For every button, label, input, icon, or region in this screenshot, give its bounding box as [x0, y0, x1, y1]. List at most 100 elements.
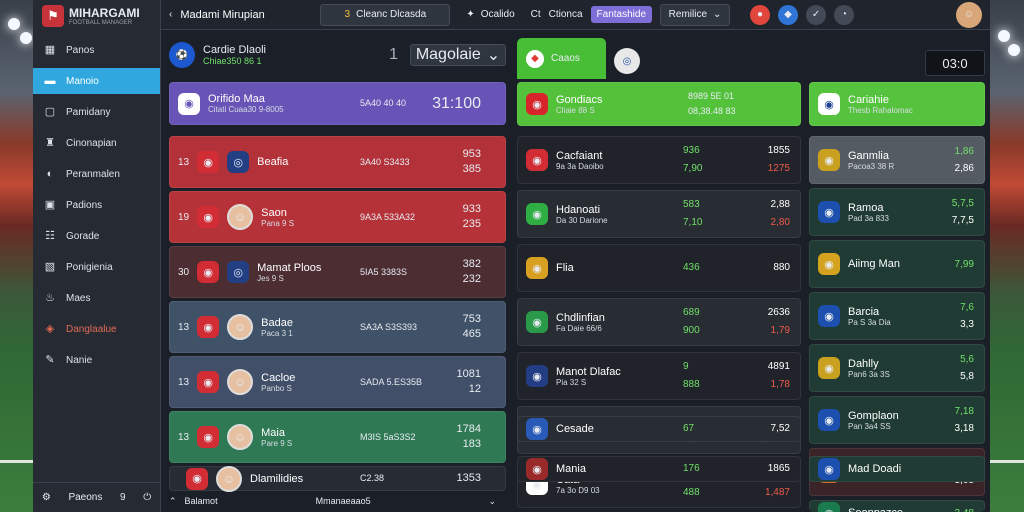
alert-icon[interactable]: ● — [750, 4, 771, 25]
table-row[interactable]: ◉ ☺ Dlamilidies C2.38 1353 — [169, 465, 506, 492]
table-row[interactable]: ◉ Ganmlia Pacoa3 38 R 1,86 2,86 — [809, 136, 985, 184]
back-arrow-icon[interactable]: ‹ — [169, 9, 172, 20]
row-value-2: 12 — [468, 383, 481, 395]
team-crest-icon: ◎ — [227, 151, 250, 173]
row-value-0: 1855 — [767, 145, 790, 156]
table-row[interactable]: ◉ Ramoa Pad 3a 833 5,7,5 7,7,5 — [809, 188, 985, 236]
table-row[interactable]: ◉ Flia 436 880 — [517, 244, 801, 292]
row-value-0: 7,99 — [954, 258, 974, 270]
sidebar-item-label: Cinonapian — [66, 137, 117, 149]
chevron-down-icon[interactable]: ⌄ — [488, 496, 496, 507]
team-crest-icon: ◉ — [818, 502, 840, 512]
sidebar-item-label: Gorade — [66, 230, 100, 242]
sidebar-item-1[interactable]: ▬ Manoio — [33, 68, 160, 94]
sidebar-item-3[interactable]: ♜ Cinonapian — [33, 130, 160, 156]
row-number: 13 — [178, 156, 190, 168]
row-subtitle: Jes 9 S — [257, 273, 284, 283]
clock-icon[interactable]: ◔ — [834, 4, 855, 25]
sidebar-item-label: Peranmalen — [66, 168, 120, 180]
sidebar-item-5[interactable]: ▣ Padions — [33, 192, 160, 218]
row-mid: C2.38 — [360, 473, 385, 483]
purple-summary-row[interactable]: ◉ Orifido Maa Citati Cuaa30 9-8005 5A40 4… — [169, 82, 506, 125]
topbar-item-2[interactable]: Ctionca — [549, 9, 583, 20]
right-header-row[interactable]: ◉ Cariahie Thesb Rahalomac — [809, 82, 985, 126]
row-value-0: 2636 — [767, 307, 790, 318]
team-crest-icon: ◉ — [526, 311, 548, 333]
table-row[interactable]: 30 ◉ ◎ Mamat Ploos Jes 9 S 5IA5 3383S 382 232 — [169, 246, 506, 298]
sidebar-item-6[interactable]: ☷ Gorade — [33, 223, 160, 249]
left-select[interactable]: Magolaie ⌄ — [410, 44, 506, 66]
sidebar-item-9[interactable]: ◈ Danglaalue — [33, 316, 160, 342]
table-row[interactable]: 13 ◉ ☺ Badae Paca 3 1 SA3A S3S393 753 465 — [169, 301, 506, 353]
table-row[interactable]: 13 ◉ ◎ Beafia 3A40 S3433 953 385 — [169, 136, 506, 188]
table-row[interactable]: ◉ Seonpazce 3,48 — [809, 500, 985, 512]
shield-badge-icon[interactable]: ◆ — [778, 4, 799, 25]
brand-subtitle: FOOTBALL MANAGER — [69, 20, 133, 26]
right-panel: ◉ Cariahie Thesb Rahalomac 03:0 ◉ Ganmlia P… — [809, 38, 985, 512]
table-row[interactable]: ◉ Mania 176 1865 — [517, 456, 801, 482]
table-row[interactable]: ◉ Cacfaiant 9a 3a Daoibo 936 7,90 1855 1275 — [517, 136, 801, 184]
check-icon[interactable]: ✓ — [806, 4, 827, 25]
row-value-0: 5,6 — [960, 354, 974, 365]
table-row[interactable]: ◉ Dahlly Pan6 3a 3S 5,6 5,8 — [809, 344, 985, 392]
chevron-down-icon: ⌄ — [713, 9, 722, 20]
row-title: Aiimg Man — [848, 258, 900, 270]
sidebar-item-4[interactable]: ◐ Peranmalen — [33, 161, 160, 187]
power-icon[interactable]: ⏻ — [143, 492, 151, 503]
table-row[interactable]: ◉ Chdlinfian Fa Daie 66/6 689 900 2636 1,79 — [517, 298, 801, 346]
table-row[interactable]: ◉ Mad Doadi — [809, 456, 985, 482]
content-area: ⚽ Cardie Dlaoli Chiae350 86 1 1 Magolaie ⌄… — [161, 30, 990, 512]
topbar-badge[interactable]: Fantashide — [590, 6, 653, 23]
sidebar-item-0[interactable]: ▦ Panos — [33, 37, 160, 63]
sidebar-footer: ⚙ Paeons 9 ⏻ — [33, 482, 160, 512]
row-value-1: 2,86 — [954, 163, 974, 174]
settings-icon[interactable]: ⚙ — [42, 492, 51, 503]
table-row[interactable]: ◉ Cesade 67 7,52 — [517, 416, 801, 442]
row-title: Cesade — [556, 423, 594, 435]
row-subtitle: Pana 9 S — [261, 218, 295, 228]
team-crest-icon: ◉ — [526, 93, 548, 115]
table-row[interactable]: 13 ◉ ☺ Cacloe Panbo S SADA 5.ES35B 1081 12 — [169, 356, 506, 408]
team-crest-icon: ◉ — [197, 206, 220, 228]
row-stat-0: 689 — [683, 307, 700, 318]
top-bar: ‹ Madami Mirupian 3 Cleanc Dlcasda ✦ Ocali… — [161, 0, 990, 30]
left-select-label: Magolaie — [415, 46, 481, 63]
chevron-up-icon[interactable]: ⌃ — [169, 496, 177, 507]
table-row[interactable]: ◉ Aiimg Man 7,99 — [809, 240, 985, 288]
page-title: Madami Mirupian — [180, 8, 265, 21]
row-title: Mania — [556, 463, 586, 475]
row-title: Cacloe — [261, 371, 296, 384]
row-value-0: 7,18 — [954, 406, 974, 417]
table-row[interactable]: ◉ Barcia Pa S 3a Dia 7,6 3,3 — [809, 292, 985, 340]
team-crest-icon: ◉ — [526, 257, 548, 279]
topbar-item[interactable]: Ct — [531, 9, 541, 20]
pen-icon: ✎ — [45, 354, 55, 366]
table-row[interactable]: 19 ◉ ☺ Saon Pana 9 S 9A3A 533A32 933 235 — [169, 191, 506, 243]
table-row[interactable]: ◉ Manot Dlafac Pia 32 S 9 888 4891 1,78 — [517, 352, 801, 400]
sidebar-item-7[interactable]: ▧ Ponigienia — [33, 254, 160, 280]
team-select[interactable]: 3 Cleanc Dlcasda — [320, 3, 451, 26]
team-crest-icon: ◉ — [526, 149, 548, 171]
team-crest-icon: ◉ — [818, 458, 840, 480]
team-crest-icon: ◉ — [818, 201, 840, 223]
table-row[interactable]: 13 ◉ ☺ Maia Pare 9 S M3IS 5aS3S2 1784 183 — [169, 411, 506, 463]
team-crest-icon: ◎ — [614, 48, 640, 74]
table-row[interactable]: ◉ Gomplaon Pan 3a4 SS 7,18 3,18 — [809, 396, 985, 444]
team-crest-icon: ◉ — [197, 371, 220, 393]
table-row[interactable]: ◉ Hdanoati Da 30 Darione 583 7,10 2,88 2,80 — [517, 190, 801, 238]
avatar[interactable]: ☺ — [956, 1, 982, 28]
row-number: 13 — [178, 376, 190, 388]
topbar-box-1[interactable]: ✦ Ocalido — [458, 4, 522, 26]
sidebar-item-8[interactable]: ♨ Maes — [33, 285, 160, 311]
row-title: Ganmlia — [848, 149, 889, 162]
center-header-row[interactable]: ◉ Gondiacs Cliaie 88 S 8989 5E 01 08,38.48… — [517, 82, 801, 126]
tab-center[interactable]: ◆ Caaos — [517, 38, 606, 79]
row-subtitle: Panbo S — [261, 383, 292, 393]
sidebar-item-10[interactable]: ✎ Nanie — [33, 347, 160, 373]
right-header-title: Cariahie — [848, 93, 889, 106]
right-header-subtitle: Thesb Rahalomac — [848, 105, 913, 115]
row-title: Mamat Ploos — [257, 261, 322, 274]
row-mid: M3IS 5aS3S2 — [360, 431, 416, 442]
topbar-dropdown[interactable]: Remilice ⌄ — [660, 3, 731, 26]
sidebar-item-2[interactable]: ▢ Pamidany — [33, 99, 160, 125]
